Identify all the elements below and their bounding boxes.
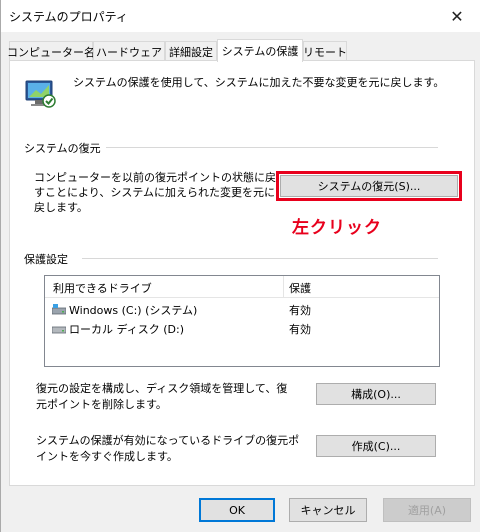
configure-button[interactable]: 構成(O)... bbox=[316, 383, 436, 405]
close-icon[interactable]: ✕ bbox=[434, 0, 480, 32]
restore-group-divider bbox=[106, 147, 438, 148]
drive-name: ローカル ディスク (D:) bbox=[69, 323, 184, 336]
cancel-button[interactable]: キャンセル bbox=[289, 498, 367, 522]
restore-description: コンピューターを以前の復元ポイントの状態に戻すことにより、システムに加えられた変… bbox=[34, 171, 276, 214]
create-button[interactable]: 作成(C)... bbox=[316, 435, 436, 457]
tab-system-protection[interactable]: システムの保護 bbox=[217, 39, 303, 62]
drive-name: Windows (C:) (システム) bbox=[69, 304, 198, 317]
configure-description: 復元の設定を構成し、ディスク領域を管理して、復元ポイントを削除します。 bbox=[36, 382, 288, 411]
restore-group-label: システムの復元 bbox=[24, 142, 101, 155]
tab-remote[interactable]: リモート bbox=[303, 41, 347, 61]
tab-strip: コンピューター名 ハードウェア 詳細設定 システムの保護 リモート bbox=[7, 39, 479, 62]
drive-row[interactable]: Windows (C:) (システム) 有効 bbox=[45, 300, 439, 319]
tab-advanced[interactable]: 詳細設定 bbox=[165, 41, 217, 61]
disk-drive-icon bbox=[52, 326, 66, 334]
system-drive-icon bbox=[52, 304, 66, 315]
left-click-annotation: 左クリック bbox=[292, 218, 382, 238]
column-separator bbox=[283, 276, 284, 298]
apply-button[interactable]: 適用(A) bbox=[383, 498, 471, 522]
ok-button[interactable]: OK bbox=[199, 498, 275, 522]
drive-row[interactable]: ローカル ディスク (D:) 有効 bbox=[45, 319, 439, 338]
tab-panel: システムの保護を使用して、システムに加えた不要な変更を元に戻します。 システムの… bbox=[9, 60, 475, 486]
drive-list[interactable]: 利用できるドライブ 保護 Windows (C:) (システム) 有効 ローカル bbox=[44, 275, 440, 367]
system-properties-window: システムのプロパティ ✕ コンピューター名 ハードウェア 詳細設定 システムの保… bbox=[0, 0, 480, 532]
drive-protection-status: 有効 bbox=[289, 323, 311, 336]
tab-hardware[interactable]: ハードウェア bbox=[93, 41, 165, 61]
column-protection[interactable]: 保護 bbox=[289, 280, 311, 296]
create-description: システムの保護が有効になっているドライブの復元ポイントを今すぐ作成します。 bbox=[36, 434, 300, 463]
column-available-drives[interactable]: 利用できるドライブ bbox=[53, 280, 152, 296]
protection-group-label: 保護設定 bbox=[24, 253, 68, 266]
system-protection-icon bbox=[25, 80, 56, 108]
intro-text: システムの保護を使用して、システムに加えた不要な変更を元に戻します。 bbox=[73, 76, 445, 89]
restore-button-highlight bbox=[276, 171, 462, 201]
protection-group-divider bbox=[82, 258, 438, 259]
tab-computer-name[interactable]: コンピューター名 bbox=[7, 41, 95, 61]
title-bar: システムのプロパティ ✕ bbox=[1, 0, 480, 32]
window-title: システムのプロパティ bbox=[9, 10, 128, 24]
drive-protection-status: 有効 bbox=[289, 304, 311, 317]
drive-list-header: 利用できるドライブ 保護 bbox=[45, 276, 439, 298]
